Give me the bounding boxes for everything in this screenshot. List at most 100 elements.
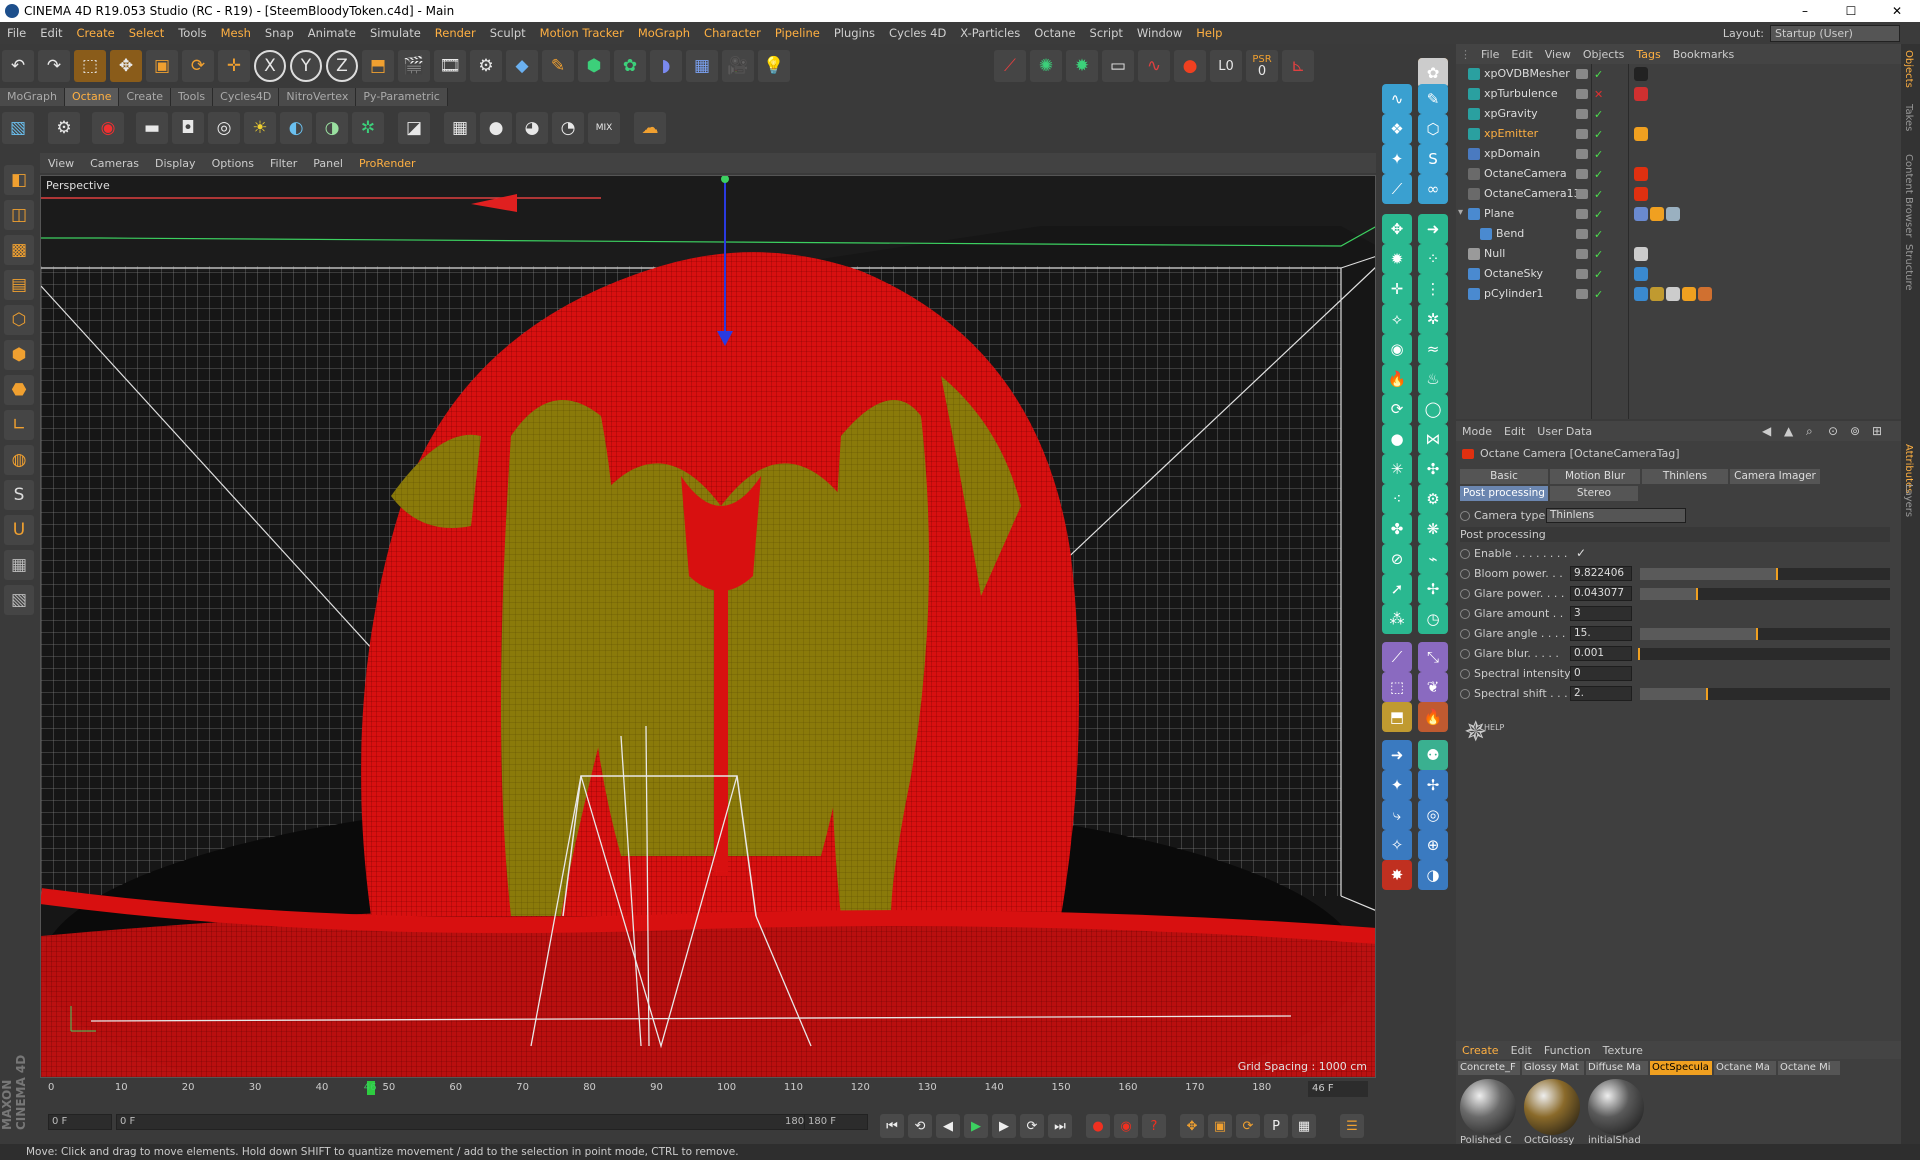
om-menu-objects[interactable]: Objects — [1577, 48, 1631, 61]
param-value-field[interactable]: 0 — [1570, 666, 1632, 681]
param-anim-dot[interactable] — [1460, 569, 1470, 579]
mat-menu-create[interactable]: Create — [1456, 1044, 1505, 1057]
object-name[interactable]: OctaneCamera131 — [1484, 187, 1588, 200]
object-tag-icon[interactable] — [1634, 67, 1648, 81]
attr-menu-user-data[interactable]: User Data — [1531, 425, 1598, 438]
xp-system-icon[interactable]: ✹ — [1066, 50, 1098, 82]
expand-icon[interactable]: ⊞ — [1866, 424, 1888, 438]
keyframe-selection-icon[interactable]: ? — [1142, 1114, 1166, 1138]
axis-gizmo-icon[interactable]: ⊾ — [1282, 50, 1314, 82]
material-filter-glossy-mat[interactable]: Glossy Mat — [1522, 1061, 1584, 1075]
om-menu-file[interactable]: File — [1475, 48, 1505, 61]
param-slider[interactable] — [1640, 688, 1890, 700]
palette-tab-py-parametric[interactable]: Py-Parametric — [356, 88, 448, 106]
material-filter-octane-ma[interactable]: Octane Ma — [1714, 1061, 1776, 1075]
object-tag-icon[interactable] — [1634, 247, 1648, 261]
xp-rot-icon[interactable]: ✢ — [1418, 574, 1448, 604]
magnet-icon[interactable]: U — [4, 515, 34, 545]
side-tab-content-browser[interactable]: Content Browser — [1903, 154, 1914, 237]
param-anim-dot[interactable] — [1460, 669, 1470, 679]
xp-cluster-icon[interactable]: ✳ — [1382, 454, 1412, 484]
enabled-check-icon[interactable]: ✓ — [1594, 248, 1603, 261]
maximize-button[interactable]: ☐ — [1828, 0, 1874, 22]
render-picture-viewer-icon[interactable]: 🎞 — [434, 50, 466, 82]
xp-qH-icon[interactable]: ⊕ — [1418, 830, 1448, 860]
object-name[interactable]: xpTurbulence — [1484, 87, 1558, 100]
viewport-menu-filter[interactable]: Filter — [262, 157, 305, 170]
camera-type-dropdown[interactable]: Thinlens — [1546, 508, 1686, 523]
minimize-button[interactable]: – — [1782, 0, 1828, 22]
menu-script[interactable]: Script — [1083, 26, 1130, 40]
side-tab-takes[interactable]: Takes — [1903, 104, 1914, 131]
om-menu-bookmarks[interactable]: Bookmarks — [1667, 48, 1740, 61]
menu-render[interactable]: Render — [428, 26, 483, 40]
end-frame-field[interactable]: 180 F — [804, 1114, 868, 1130]
octane-mix-material-icon[interactable]: ◕ — [516, 112, 548, 144]
param-anim-dot[interactable] — [1460, 649, 1470, 659]
viewport-menu-prorender[interactable]: ProRender — [351, 157, 424, 170]
xp-gear-icon[interactable]: ⚙ — [1418, 484, 1448, 514]
xp-cube-icon[interactable]: ⬡ — [1418, 114, 1448, 144]
menu-mograph[interactable]: MoGraph — [631, 26, 697, 40]
attr-tab-camera-imager[interactable]: Camera Imager — [1730, 469, 1820, 484]
xp-burst-icon[interactable]: ✹ — [1382, 244, 1412, 274]
attr-tab-motion-blur[interactable]: Motion Blur — [1550, 469, 1640, 484]
material-filter-octane-mi[interactable]: Octane Mi — [1778, 1061, 1840, 1075]
octane-area-light-icon[interactable]: ▬ — [136, 112, 168, 144]
octane-vdb-icon[interactable]: ☁ — [634, 112, 666, 144]
object-tag-icon[interactable] — [1634, 207, 1648, 221]
xp-qG-icon[interactable]: ✧ — [1382, 830, 1412, 860]
palette-tab-create[interactable]: Create — [119, 88, 172, 106]
visibility-icon[interactable] — [1576, 229, 1588, 239]
xp-dots-icon[interactable]: ⁘ — [1418, 244, 1448, 274]
visibility-icon[interactable] — [1576, 269, 1588, 279]
help-icon[interactable]: ✵ HELP — [1464, 717, 1504, 751]
xp-dots3-icon[interactable]: ⁖ — [1382, 484, 1412, 514]
object-row-octanesky[interactable]: OctaneSky ✓ — [1456, 264, 1901, 284]
param-anim-dot[interactable] — [1460, 609, 1470, 619]
param-slider[interactable] — [1640, 588, 1890, 600]
object-name[interactable]: pCylinder1 — [1484, 287, 1544, 300]
start-frame-field[interactable]: 0 F — [48, 1114, 112, 1130]
enabled-check-icon[interactable]: ✓ — [1594, 188, 1603, 201]
undo-icon[interactable]: ↶ — [2, 50, 34, 82]
menu-help[interactable]: Help — [1189, 26, 1229, 40]
workplane-icon[interactable]: ▤ — [4, 270, 34, 300]
menu-snap[interactable]: Snap — [258, 26, 301, 40]
enabled-check-icon[interactable]: ✓ — [1594, 268, 1603, 281]
menu-simulate[interactable]: Simulate — [363, 26, 428, 40]
object-row-xpturbulence[interactable]: xpTurbulence ✕ — [1456, 84, 1901, 104]
attr-tab-stereo[interactable]: Stereo — [1550, 486, 1638, 501]
next-frame-icon[interactable]: ▶ — [992, 1114, 1016, 1138]
object-tag-icon[interactable] — [1650, 287, 1664, 301]
mat-menu-edit[interactable]: Edit — [1505, 1044, 1538, 1057]
octane-scatter-icon[interactable]: ✲ — [352, 112, 384, 144]
param-value-field[interactable]: 9.822406 — [1570, 566, 1632, 581]
edges-mode-icon[interactable]: ⬢ — [4, 340, 34, 370]
redo-icon[interactable]: ↷ — [38, 50, 70, 82]
octane-hdri-icon[interactable]: ◐ — [280, 112, 312, 144]
timeline-ruler[interactable]: 46 F 0 10 20 30 40 46 50 60 70 80 90 100 110 120 130 14… — [40, 1080, 1376, 1098]
planar-workplane-icon[interactable]: ▧ — [4, 585, 34, 615]
close-button[interactable]: ✕ — [1874, 0, 1920, 22]
object-row-xpemitter[interactable]: xpEmitter ✓ — [1456, 124, 1901, 144]
xp-modE-icon[interactable]: ⬒ — [1382, 702, 1412, 732]
polygons-mode-icon[interactable]: ⬣ — [4, 375, 34, 405]
menu-window[interactable]: Window — [1130, 26, 1189, 40]
xp-qA-icon[interactable]: ➜ — [1382, 740, 1412, 770]
object-name[interactable]: xpOVDBMesher — [1484, 67, 1570, 80]
param-slider[interactable] — [1640, 628, 1890, 640]
object-tag-icon[interactable] — [1650, 207, 1664, 221]
om-menu-tags[interactable]: Tags — [1630, 48, 1666, 61]
attr-tab-post-processing[interactable]: Post processing — [1460, 486, 1548, 501]
make-editable-icon[interactable]: ◧ — [4, 165, 34, 195]
xp-swirl-icon[interactable]: ✲ — [1418, 304, 1448, 334]
menu-mesh[interactable]: Mesh — [214, 26, 258, 40]
key-pla-icon[interactable]: ▦ — [1292, 1114, 1316, 1138]
deformer-icon[interactable]: ◗ — [650, 50, 682, 82]
enabled-check-icon[interactable]: ✓ — [1594, 128, 1603, 141]
palette-tab-octane[interactable]: Octane — [64, 88, 120, 106]
octane-grid-icon[interactable]: ▦ — [444, 112, 476, 144]
go-to-end-icon[interactable]: ⏭ — [1048, 1114, 1072, 1138]
xp-trail-icon[interactable]: ✎ — [1418, 84, 1448, 114]
